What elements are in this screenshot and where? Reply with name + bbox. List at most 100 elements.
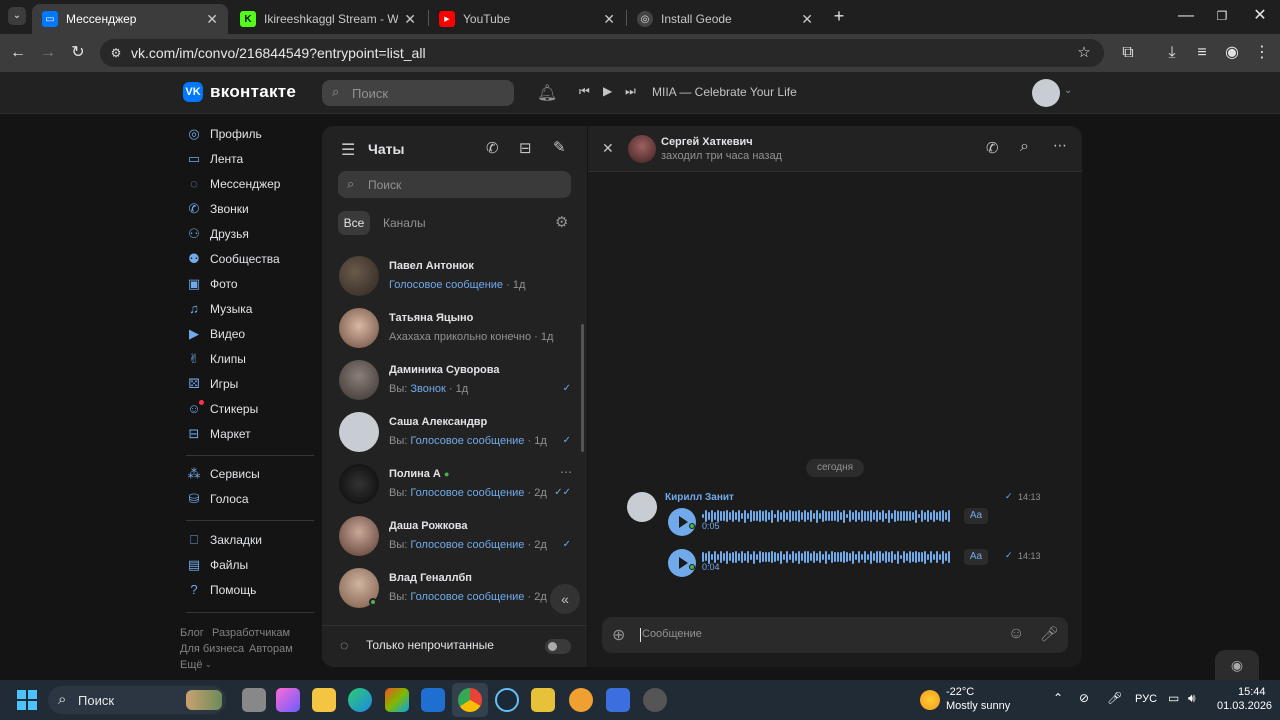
conversation-name[interactable]: Сергей Хаткевич: [661, 136, 753, 148]
tab-all[interactable]: Все: [338, 211, 370, 235]
chat-row[interactable]: Саша Александвр Вы: Голосовое сообщение …: [322, 407, 587, 459]
microphone-icon[interactable]: 🎤︎: [1040, 625, 1059, 643]
header-search-input[interactable]: ⌕ Поиск: [322, 80, 514, 106]
phone-icon[interactable]: ✆: [986, 139, 999, 157]
minimize-icon[interactable]: —: [1176, 6, 1196, 26]
emoji-icon[interactable]: ☺: [1008, 625, 1024, 643]
user-avatar[interactable]: [1032, 79, 1060, 107]
chat-row[interactable]: Даша Рожкова Вы: Голосовое сообщение · 2…: [322, 511, 587, 563]
new-call-icon[interactable]: ✆: [486, 139, 499, 157]
chrome-icon[interactable]: [458, 688, 482, 712]
tab-search-icon[interactable]: ⌄: [8, 7, 26, 25]
footer-link-business[interactable]: Для бизнеса: [180, 643, 244, 655]
nav-item-calls[interactable]: ✆ Звонки: [186, 199, 249, 219]
vk-brand[interactable]: вконтакте: [210, 82, 296, 102]
chevron-up-icon[interactable]: ⌃: [1053, 691, 1063, 705]
reload-icon[interactable]: ↻: [68, 43, 88, 63]
chevron-down-icon[interactable]: ⌄: [1064, 85, 1072, 96]
tab-youtube[interactable]: ▶ YouTube ✕: [429, 4, 625, 34]
next-track-icon[interactable]: ⏭: [625, 84, 636, 99]
app-icon[interactable]: [569, 688, 593, 712]
transcribe-button[interactable]: Aa: [964, 549, 988, 565]
nav-item-messenger[interactable]: ◌ Мессенджер: [186, 174, 280, 194]
more-icon[interactable]: ⋯: [1053, 137, 1067, 154]
bell-icon[interactable]: 🔔︎: [537, 83, 557, 103]
footer-link-authors[interactable]: Авторам: [249, 643, 293, 655]
chat-row[interactable]: Павел Антонюк Голосовое сообщение · 1д: [322, 251, 587, 303]
forward-icon[interactable]: →: [38, 43, 58, 63]
site-info-icon[interactable]: ⚙: [106, 43, 126, 63]
nav-item-music[interactable]: ♫ Музыка: [186, 299, 252, 319]
hamburger-menu-icon[interactable]: ☰: [341, 140, 355, 160]
weather-temp[interactable]: -22°C: [946, 686, 974, 698]
profile-icon[interactable]: ◉: [1222, 43, 1242, 63]
taskbar-search-input[interactable]: ⌕ Поиск: [48, 686, 226, 714]
nav-item-files[interactable]: ▤ Файлы: [186, 555, 248, 575]
chat-row[interactable]: Даминика Суворова Вы: Звонок · 1д ✓: [322, 355, 587, 407]
app-icon[interactable]: [643, 688, 667, 712]
previous-track-icon[interactable]: ⏮: [579, 84, 590, 99]
collapse-icon[interactable]: «: [550, 584, 580, 614]
extensions-icon[interactable]: ⧉: [1118, 43, 1138, 63]
microphone-icon[interactable]: 🎤︎: [1107, 691, 1122, 705]
file-explorer-icon[interactable]: [312, 688, 336, 712]
nav-item-bookmarks[interactable]: ⎕ Закладки: [186, 530, 262, 550]
close-icon[interactable]: ✕: [801, 11, 813, 28]
nav-item-profile[interactable]: ◎ Профиль: [186, 124, 261, 144]
display-icon[interactable]: ▭: [1168, 691, 1179, 705]
restore-icon[interactable]: ❐: [1212, 6, 1232, 26]
nav-item-games[interactable]: ⚄ Игры: [186, 374, 238, 394]
nav-item-stickers[interactable]: ☺ Стикеры: [186, 399, 258, 419]
attach-plus-icon[interactable]: ⊕: [612, 625, 625, 645]
play-voice-button[interactable]: [668, 549, 696, 577]
nav-item-services[interactable]: ⁂ Сервисы: [186, 464, 260, 484]
play-voice-button[interactable]: [668, 508, 696, 536]
bookmark-star-icon[interactable]: ☆: [1074, 43, 1094, 63]
app-icon[interactable]: [606, 688, 630, 712]
avatar[interactable]: [628, 135, 656, 163]
clock-date[interactable]: 01.03.2026: [1217, 700, 1272, 712]
nav-item-communities[interactable]: ⚉ Сообщества: [186, 249, 280, 269]
message-input[interactable]: Сообщение: [642, 628, 702, 640]
weather-sun-icon[interactable]: [920, 690, 940, 710]
weather-desc[interactable]: Mostly sunny: [946, 700, 1010, 712]
nav-item-feed[interactable]: ▭ Лента: [186, 149, 243, 169]
window-close-icon[interactable]: ✕: [1250, 6, 1270, 26]
tab-channels[interactable]: Каналы: [383, 216, 426, 230]
vk-logo-icon[interactable]: VK: [183, 82, 203, 102]
download-icon[interactable]: ⤓: [1162, 43, 1182, 63]
waveform[interactable]: [702, 509, 950, 523]
tab-geode[interactable]: ◎ Install Geode ✕: [627, 4, 823, 34]
nav-item-friends[interactable]: ⚇ Друзья: [186, 224, 249, 244]
unread-only-toggle[interactable]: [545, 639, 571, 654]
nav-item-market[interactable]: ⊟ Маркет: [186, 424, 251, 444]
chat-row[interactable]: Полина А ● Вы: Голосовое сообщение · 2д …: [322, 459, 587, 511]
sender-name[interactable]: Кирилл Занит: [665, 492, 734, 503]
clock-time[interactable]: 15:44: [1238, 686, 1266, 698]
network-off-icon[interactable]: ⊘: [1079, 691, 1089, 705]
avatar[interactable]: [627, 492, 657, 522]
footer-link-blog[interactable]: Блог: [180, 627, 204, 639]
nav-item-clips[interactable]: ✌ Клипы: [186, 349, 246, 369]
volume-icon[interactable]: 🔊︎: [1188, 691, 1196, 706]
tab-messenger[interactable]: ▭ Мессенджер ✕: [32, 4, 228, 34]
app-icon[interactable]: [531, 688, 555, 712]
nav-item-video[interactable]: ▶ Видео: [186, 324, 245, 344]
chat-search-input[interactable]: ⌕ Поиск: [338, 171, 571, 198]
task-view-icon[interactable]: [242, 688, 266, 712]
windows-start-icon[interactable]: [17, 690, 37, 710]
edge-icon[interactable]: [348, 688, 372, 712]
close-icon[interactable]: ✕: [602, 140, 614, 157]
footer-link-developers[interactable]: Разработчикам: [212, 627, 290, 639]
close-icon[interactable]: ✕: [404, 11, 416, 28]
archive-icon[interactable]: ⊟: [519, 139, 532, 157]
nav-item-votes[interactable]: ⛁ Голоса: [186, 489, 249, 509]
more-icon[interactable]: ⋯: [560, 465, 572, 479]
close-icon[interactable]: ✕: [206, 11, 218, 28]
tab-kick[interactable]: K Ikireeshkaggl Stream - Watch L ✕: [230, 4, 426, 34]
floating-chat-button[interactable]: ◉: [1215, 650, 1259, 680]
steam-icon[interactable]: [495, 688, 519, 712]
footer-link-more[interactable]: Ещё: [180, 659, 203, 671]
nav-item-help[interactable]: ? Помощь: [186, 580, 256, 600]
copilot-icon[interactable]: [276, 688, 300, 712]
